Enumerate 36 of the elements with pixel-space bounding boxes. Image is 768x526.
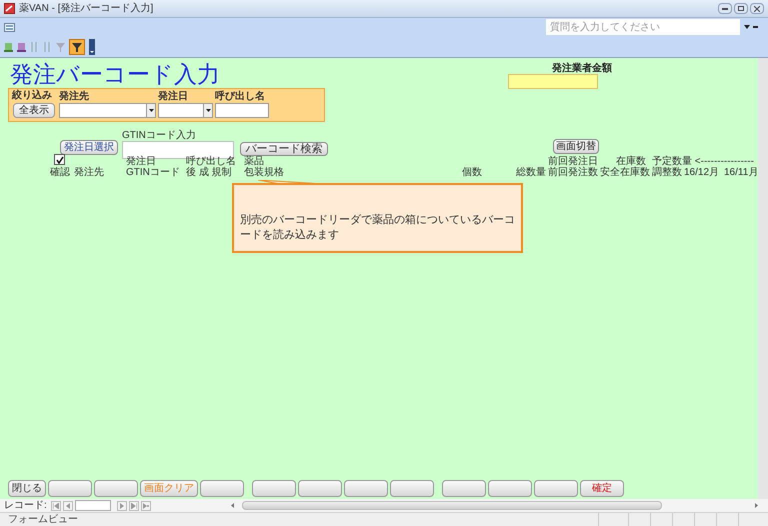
column-header: 個数 — [462, 168, 482, 178]
column-header: 包装規格 — [244, 168, 284, 178]
record-label: レコード: — [4, 500, 47, 510]
column-header: 薬品 — [244, 157, 264, 167]
filter-field-label: 呼び出し名 — [215, 92, 265, 102]
screen-switch-button[interactable]: 画面切替 — [553, 139, 599, 154]
action-button[interactable]: 閉じる — [8, 480, 46, 497]
help-search-field[interactable]: 質問を入力してください — [546, 19, 740, 35]
column-header: GTINコード — [126, 168, 180, 178]
column-header: 予定数量 <---------------- — [652, 157, 754, 167]
column-header: 前回発注数 — [548, 168, 598, 178]
column-header: 16/11月 — [724, 168, 758, 178]
window-title: 薬VAN - [発注バーコード入力] — [19, 2, 154, 16]
column-header: 調整数 — [652, 168, 682, 178]
gtin-label: GTINコード入力 — [122, 131, 196, 141]
total-label: 発注業者金額 — [552, 64, 612, 74]
filter-label: 絞り込み — [12, 91, 52, 101]
barcode-search-button[interactable]: バーコード検索 — [240, 142, 328, 156]
filter-field-label: 発注日 — [158, 92, 188, 102]
column-header: 前回発注日 — [548, 157, 598, 167]
column-header: 発注日 — [126, 157, 156, 167]
column-header: 後 成 規制 — [186, 168, 232, 178]
callout-box: 別売のバーコードリーダで薬品の箱についているバーコードを読み込みます — [232, 183, 523, 253]
column-header: 16/12月 — [684, 168, 720, 178]
status-text: フォームビュー — [8, 514, 78, 524]
action-button[interactable]: 確定 — [580, 480, 624, 497]
column-header: 呼び出し名 — [186, 157, 236, 167]
column-header: 在庫数 — [616, 157, 646, 167]
form-title: 発注バーコード入力 — [10, 63, 220, 86]
show-all-button[interactable]: 全表示 — [13, 103, 55, 118]
column-header: 発注先 — [74, 168, 104, 178]
column-header: 総数量 — [516, 168, 546, 178]
filter-field-label: 発注先 — [59, 92, 89, 102]
column-header: 安全在庫数 — [600, 168, 650, 178]
date-select-button[interactable]: 発注日選択 — [60, 140, 118, 155]
column-header: 確認 — [50, 168, 70, 178]
